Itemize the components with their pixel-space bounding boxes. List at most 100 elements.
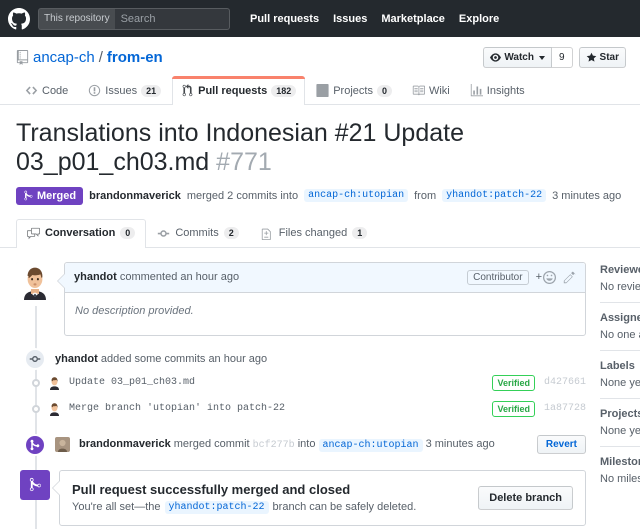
merge-result-branch[interactable]: yhandot:patch-22 [164, 500, 269, 514]
tab-files-changed-label: Files changed [278, 227, 348, 239]
search-scope[interactable]: This repository [39, 8, 115, 29]
merged-by-user[interactable]: brandonmaverick [89, 190, 181, 202]
merge-result-title: Pull request successfully merged and clo… [72, 481, 351, 497]
user-avatar-icon [47, 375, 62, 390]
repo-owner-link[interactable]: ancap-ch [33, 49, 95, 66]
comment-action: commented an hour ago [119, 271, 240, 283]
avatar[interactable] [16, 261, 54, 300]
git-merge-icon [30, 439, 40, 450]
commit-meta: Verified d427661 [492, 374, 586, 391]
sidebar-milestone-title[interactable]: Milestone [600, 456, 640, 468]
nav-link-issues[interactable]: Issues [333, 13, 367, 25]
verified-badge[interactable]: Verified [492, 374, 535, 391]
sidebar-labels-title[interactable]: Labels [600, 360, 640, 372]
commit-message[interactable]: Merge branch 'utopian' into patch-22 [69, 403, 285, 414]
tab-pull-requests[interactable]: Pull requests 182 [172, 76, 306, 105]
sidebar-labels-value: None yet [600, 376, 640, 389]
add-reaction-button[interactable]: + [536, 270, 556, 284]
merge-author-avatar[interactable] [55, 437, 70, 452]
repo-name-link[interactable]: from-en [107, 49, 163, 66]
tab-insights-label: Insights [486, 84, 525, 97]
repository-actions: Watch 9 Star [483, 47, 626, 68]
commits-author[interactable]: yhandot [55, 353, 98, 365]
tab-projects[interactable]: Projects 0 [307, 76, 401, 104]
watch-button[interactable]: Watch [483, 47, 552, 68]
sidebar-projects-value: None yet [600, 424, 640, 437]
tab-issues-count: 21 [141, 84, 162, 97]
user-avatar-icon [47, 401, 62, 416]
revert-button[interactable]: Revert [536, 435, 586, 454]
merged-commit-sha[interactable]: bcf277b [253, 440, 295, 451]
comment-block: yhandot commented an hour ago Contributo… [16, 261, 586, 336]
commit-sha[interactable]: 1a87728 [544, 403, 586, 414]
page-title: Translations into Indonesian #21 Update … [16, 119, 624, 177]
tab-commits-label: Commits [175, 227, 219, 239]
merge-event-branch[interactable]: ancap-ch:utopian [318, 439, 423, 452]
commit-dot-icon [32, 404, 40, 413]
repository-tabs: Code Issues 21 Pull requests 182 Project… [0, 76, 640, 105]
merge-result-sub-after: branch can be safely deleted. [272, 501, 417, 513]
merge-result-sub-before: You're all set—the [72, 501, 161, 513]
user-avatar-icon [55, 437, 70, 452]
tab-files-changed[interactable]: Files changed 1 [250, 219, 379, 247]
tab-insights[interactable]: Insights [461, 76, 534, 104]
sidebar-reviewers-value: No reviews [600, 280, 640, 293]
git-merge-icon [29, 477, 41, 492]
repo-icon [16, 50, 29, 65]
tab-commits[interactable]: Commits 2 [146, 219, 249, 247]
merge-result-block: Pull request successfully merged and clo… [16, 469, 586, 526]
base-branch-label[interactable]: ancap-ch:utopian [304, 189, 409, 202]
tab-conversation-count: 0 [120, 227, 136, 239]
merge-event-text-middle: into [297, 438, 316, 450]
tab-projects-count: 0 [376, 84, 392, 97]
merged-text: merged 2 commits into [186, 189, 299, 202]
sidebar-projects-title[interactable]: Projects [600, 408, 640, 420]
comment-header-actions: Contributor + [467, 269, 576, 285]
comment-author[interactable]: yhandot [74, 271, 117, 283]
nav-link-explore[interactable]: Explore [459, 13, 499, 25]
tab-code[interactable]: Code [16, 76, 77, 104]
nav-link-marketplace[interactable]: Marketplace [381, 13, 445, 25]
pencil-icon[interactable] [563, 271, 576, 284]
search-input[interactable] [114, 8, 229, 29]
tab-wiki[interactable]: Wiki [403, 76, 459, 104]
sidebar-section-assignees: Assignees No one assigned [600, 312, 640, 351]
merged-timestamp: 3 minutes ago [552, 189, 622, 202]
sidebar-section-reviewers: Reviewers No reviews [600, 264, 640, 303]
commit-message[interactable]: Update 03_p01_ch03.md [69, 377, 195, 388]
watch-count[interactable]: 9 [551, 47, 573, 68]
delete-branch-button[interactable]: Delete branch [478, 485, 573, 510]
commit-glyph-icon [29, 355, 41, 362]
head-branch-label[interactable]: yhandot:patch-22 [442, 189, 547, 202]
merge-result-subtitle: You're all set—the yhandot:patch-22 bran… [72, 500, 417, 514]
git-commit-icon [158, 229, 170, 237]
status-badge: Merged [16, 186, 84, 205]
comment-header: yhandot commented an hour ago Contributo… [65, 262, 585, 293]
search-box[interactable]: This repository [38, 7, 230, 30]
star-button[interactable]: Star [578, 47, 626, 68]
merge-event-author[interactable]: brandonmaverick [79, 438, 171, 450]
diff-icon [261, 228, 271, 240]
github-mark-icon[interactable] [8, 7, 30, 30]
commit-dot-icon [32, 378, 40, 387]
sidebar-assignees-title[interactable]: Assignees [600, 312, 640, 324]
pull-request-header: Translations into Indonesian #21 Update … [0, 105, 640, 205]
tab-conversation-label: Conversation [45, 227, 116, 239]
watch-label: Watch [504, 52, 534, 63]
eye-icon [490, 53, 502, 62]
pull-request-body: yhandot commented an hour ago Contributo… [0, 248, 640, 529]
merge-event-text: brandonmaverick merged commit bcf277b in… [79, 438, 495, 452]
pull-request-tabs: Conversation 0 Commits 2 Files changed 1 [0, 218, 640, 248]
tab-projects-label: Projects [333, 84, 373, 97]
nav-link-pull-requests[interactable]: Pull requests [250, 13, 319, 25]
sidebar-reviewers-title[interactable]: Reviewers [600, 264, 640, 276]
global-header: This repository Pull requests Issues Mar… [0, 0, 640, 37]
commit-sha[interactable]: d427661 [544, 377, 586, 388]
tab-code-label: Code [42, 84, 69, 97]
tab-files-changed-count: 1 [352, 227, 368, 239]
verified-badge[interactable]: Verified [492, 400, 535, 417]
tab-conversation[interactable]: Conversation 0 [16, 218, 147, 248]
timeline-merge-event: brandonmaverick merged commit bcf277b in… [16, 433, 586, 456]
tab-pull-requests-count: 182 [271, 84, 297, 97]
tab-issues[interactable]: Issues 21 [79, 76, 170, 104]
